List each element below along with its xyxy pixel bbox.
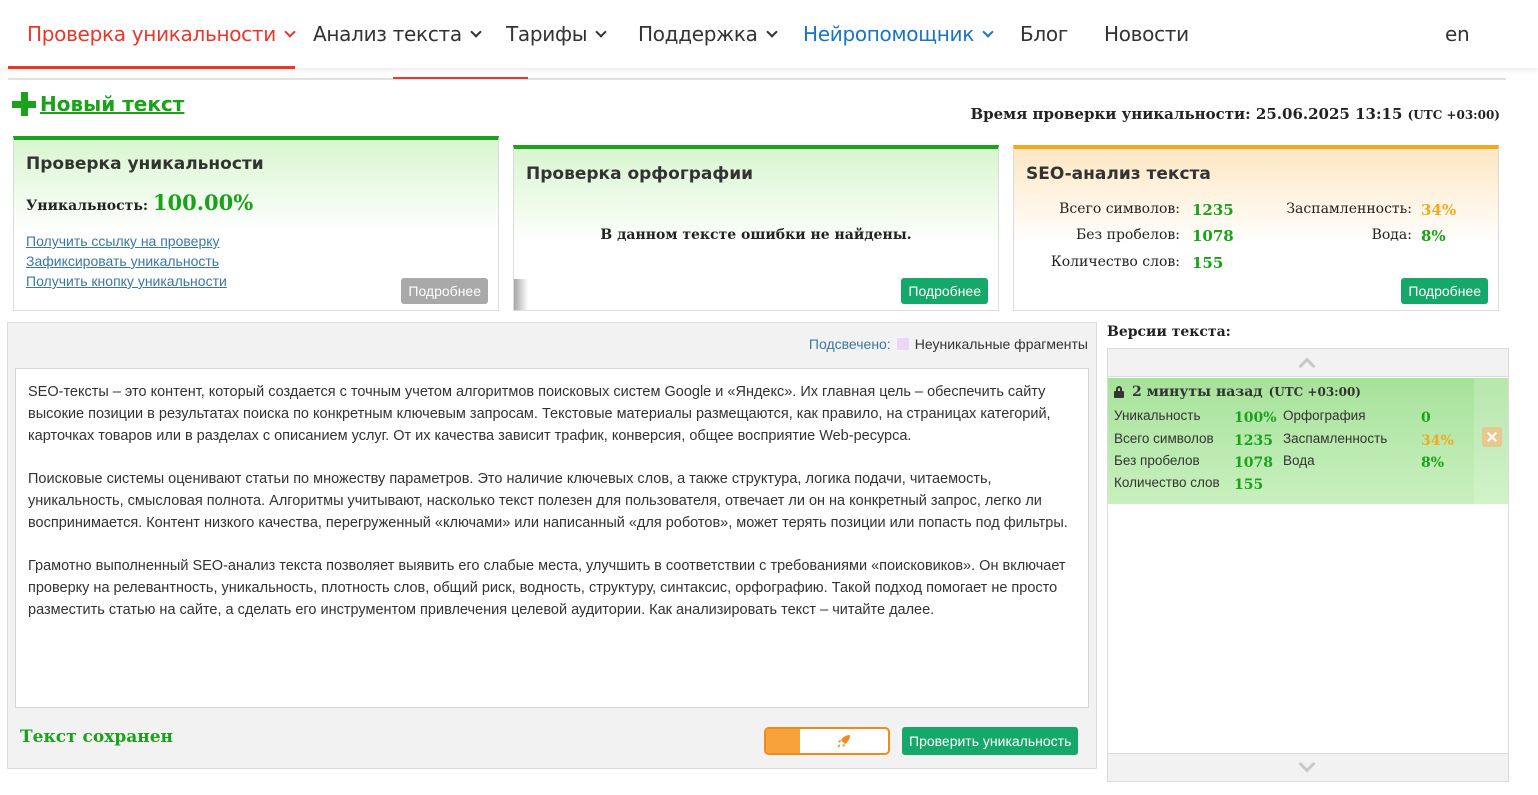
- spam-value: 34%: [1421, 201, 1457, 219]
- top-navigation: Проверка уникальности Анализ текста Тари…: [0, 0, 1538, 69]
- save-status: Текст сохранен: [20, 727, 173, 747]
- chevron-down-icon: [765, 25, 778, 38]
- version-total-chars-label: Всего символов: [1114, 431, 1214, 446]
- uniqueness-result: Уникальность: 100.00%: [26, 190, 253, 215]
- version-no-spaces-value: 1078: [1234, 455, 1273, 471]
- nav-item-news[interactable]: Новости: [1104, 22, 1189, 46]
- seo-card: SEO-анализ текста Всего символов: 1235 Б…: [1013, 145, 1499, 311]
- version-no-spaces-label: Без пробелов: [1114, 453, 1200, 468]
- language-switch[interactable]: en: [1445, 22, 1470, 46]
- version-water-value: 8%: [1421, 455, 1445, 471]
- version-word-count-label: Количество слов: [1114, 475, 1220, 490]
- text-editor[interactable]: SEO-тексты – это контент, который создае…: [15, 368, 1089, 708]
- no-spaces-label: Без пробелов:: [1075, 227, 1180, 243]
- water-value: 8%: [1421, 227, 1446, 245]
- legend-swatch: [896, 338, 909, 350]
- get-check-link[interactable]: Получить ссылку на проверку: [26, 233, 220, 249]
- version-spelling-value: 0: [1421, 410, 1431, 426]
- scroll-up-button[interactable]: [1108, 349, 1508, 377]
- toggle-fill: [766, 729, 800, 753]
- card-title: Проверка уникальности: [26, 154, 264, 174]
- text-paragraph: Грамотно выполненный SEO-анализ текста п…: [28, 558, 1066, 618]
- delete-icon[interactable]: [1482, 427, 1502, 447]
- version-spam-label: Заспамленность: [1283, 431, 1388, 446]
- plus-icon: [12, 92, 36, 116]
- active-nav-underline: [8, 66, 295, 69]
- word-count-label: Количество слов:: [1050, 254, 1180, 270]
- spelling-card: Проверка орфографии В данном тексте ошиб…: [513, 145, 999, 311]
- nav-item-support[interactable]: Поддержка: [638, 22, 778, 46]
- text-paragraph: SEO-тексты – это контент, который создае…: [28, 384, 1051, 444]
- spelling-more-button[interactable]: Подробнее: [901, 278, 988, 304]
- nav-item-blog[interactable]: Блог: [1020, 22, 1068, 46]
- chevron-down-icon: [1298, 755, 1316, 773]
- check-uniqueness-button[interactable]: Проверить уникальность: [902, 727, 1079, 755]
- versions-title: Версии текста:: [1107, 324, 1231, 340]
- version-word-count-value: 155: [1234, 477, 1264, 493]
- card-title: SEO-анализ текста: [1026, 164, 1211, 184]
- version-spam-value: 34%: [1421, 433, 1454, 449]
- scroll-down-button[interactable]: [1108, 753, 1508, 781]
- version-time: 2 минуты назад: [1132, 384, 1263, 400]
- nav-item-neuro-assistant[interactable]: Нейропомощник: [803, 22, 994, 46]
- chevron-down-icon: [284, 25, 296, 38]
- nav-item-tariffs[interactable]: Тарифы: [506, 22, 607, 46]
- no-spaces-value: 1078: [1192, 227, 1234, 245]
- chevron-down-icon: [982, 25, 994, 38]
- nav-item-label: Нейропомощник: [803, 22, 975, 46]
- new-text-label[interactable]: Новый текст: [40, 92, 184, 116]
- nav-item-label: Тарифы: [506, 22, 588, 46]
- check-time-timezone: (UTC +03:00): [1407, 108, 1500, 122]
- word-count-value: 155: [1192, 254, 1224, 272]
- nav-item-label: Блог: [1020, 22, 1069, 46]
- nav-item-label: Анализ текста: [313, 22, 462, 46]
- nav-item-label: Новости: [1104, 22, 1189, 46]
- version-total-chars-value: 1235: [1234, 433, 1273, 449]
- version-water-label: Вода: [1283, 453, 1315, 468]
- spelling-message: В данном тексте ошибки не найдены.: [600, 227, 912, 243]
- total-chars-label: Всего символов:: [1059, 201, 1180, 217]
- highlight-legend-text: Неуникальные фрагменты: [914, 336, 1088, 352]
- versions-panel: 2 минуты назад (UTC +03:00) Уникальность…: [1107, 348, 1509, 782]
- nav-item-label: Проверка уникальности: [27, 22, 276, 46]
- water-label: Вода:: [1371, 227, 1412, 243]
- version-uniqueness-value: 100%: [1234, 410, 1277, 426]
- chevron-down-icon: [595, 25, 607, 38]
- card-title: Проверка орфографии: [526, 164, 754, 184]
- subnav-active-indicator: [393, 77, 528, 79]
- rocket-icon: [837, 735, 850, 748]
- version-uniqueness-label: Уникальность: [1114, 408, 1201, 423]
- seo-more-button[interactable]: Подробнее: [1401, 278, 1488, 304]
- uniqueness-more-button[interactable]: Подробнее: [401, 278, 488, 304]
- version-actions: [1474, 378, 1508, 504]
- get-uniqueness-button-link[interactable]: Получить кнопку уникальности: [26, 273, 227, 289]
- chevron-down-icon: [470, 25, 482, 38]
- nav-item-text-analysis[interactable]: Анализ текста: [313, 22, 482, 46]
- uniqueness-card: Проверка уникальности Уникальность: 100.…: [13, 136, 499, 311]
- nav-item-label: Поддержка: [638, 22, 758, 46]
- highlight-legend: Подсвечено: Неуникальные фрагменты: [809, 336, 1088, 352]
- lock-icon: [1114, 386, 1124, 398]
- version-item[interactable]: 2 минуты назад (UTC +03:00) Уникальность…: [1108, 378, 1508, 504]
- toggle-knob: [800, 729, 888, 753]
- chevron-up-icon: [1298, 357, 1316, 375]
- text-paragraph: Поисковые системы оценивают статьи по мн…: [28, 471, 1068, 531]
- check-time: Время проверки уникальности: 25.06.2025 …: [970, 105, 1500, 123]
- version-header: 2 минуты назад (UTC +03:00): [1114, 384, 1361, 400]
- highlight-label: Подсвечено:: [808, 336, 891, 352]
- version-timezone: (UTC +03:00): [1268, 385, 1361, 399]
- turbo-toggle[interactable]: [764, 727, 890, 755]
- spam-label: Заспамленность:: [1286, 201, 1412, 217]
- divider: [8, 78, 1506, 80]
- version-spelling-label: Орфография: [1283, 408, 1366, 423]
- editor-panel: Подсвечено: Неуникальные фрагменты SEO-т…: [7, 322, 1097, 769]
- card-shadow: [514, 279, 528, 310]
- fix-uniqueness-link[interactable]: Зафиксировать уникальность: [26, 253, 219, 269]
- new-text-link[interactable]: Новый текст: [12, 92, 184, 116]
- check-time-label: Время проверки уникальности: 25.06.2025 …: [970, 105, 1403, 123]
- uniqueness-label: Уникальность:: [26, 198, 149, 214]
- nav-item-uniqueness[interactable]: Проверка уникальности: [27, 22, 296, 46]
- uniqueness-value: 100.00%: [152, 190, 254, 215]
- total-chars-value: 1235: [1192, 201, 1234, 219]
